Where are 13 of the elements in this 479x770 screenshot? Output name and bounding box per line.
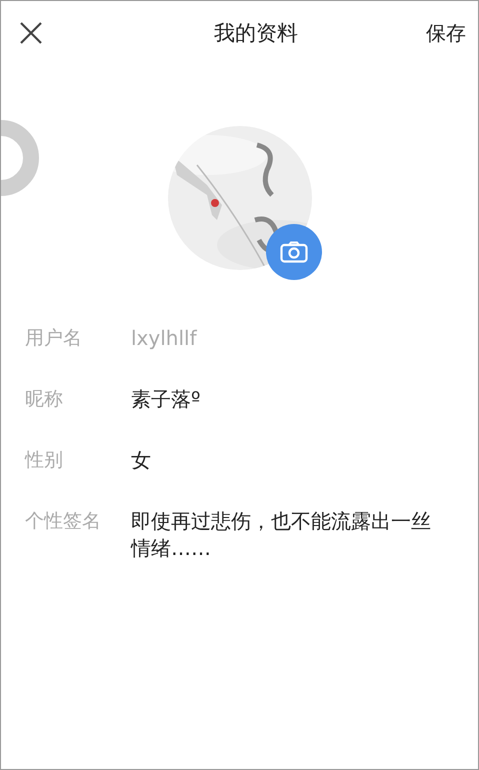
page-title: 我的资料 bbox=[214, 20, 298, 47]
field-label: 用户名 bbox=[25, 326, 83, 351]
field-value[interactable]: 女 bbox=[131, 447, 431, 474]
close-icon[interactable] bbox=[20, 22, 42, 44]
field-value[interactable]: 素子落º bbox=[131, 386, 431, 413]
save-button[interactable]: 保存 bbox=[426, 20, 466, 46]
camera-icon bbox=[280, 241, 308, 263]
field-label: 性别 bbox=[25, 448, 64, 473]
field-value: lxylhllf bbox=[131, 325, 198, 352]
field-label: 个性签名 bbox=[25, 509, 102, 534]
camera-button[interactable] bbox=[266, 224, 322, 280]
field-label: 昵称 bbox=[25, 387, 64, 412]
field-value[interactable]: 即使再过悲伤，也不能流露出一丝情绪…… bbox=[131, 508, 431, 562]
